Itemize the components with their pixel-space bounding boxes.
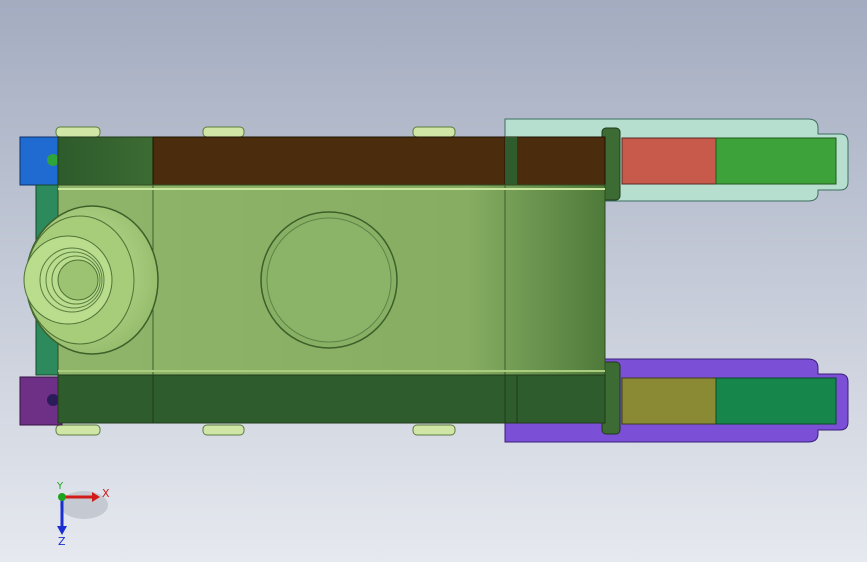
center-plate-inner — [266, 217, 392, 343]
upper-fork-salmon-block — [621, 137, 717, 185]
lower-fork-seagreen-block — [715, 377, 837, 425]
graphics-viewport[interactable]: X Y Z — [0, 0, 867, 562]
threaded-port[interactable] — [23, 205, 159, 355]
center-plate[interactable] — [260, 211, 398, 349]
tab-bottom-2 — [202, 424, 245, 436]
lower-fork-olive-block — [621, 377, 717, 425]
top-rail-brown — [152, 136, 606, 186]
triad-shadow — [60, 491, 108, 519]
tab-top-2 — [202, 126, 245, 138]
model-view[interactable]: X Y Z — [0, 0, 867, 562]
tab-bottom-1 — [55, 424, 101, 436]
triad-y-label: Y — [56, 481, 64, 492]
top-rail-green — [57, 136, 154, 186]
left-blue-hole — [47, 154, 59, 166]
bottom-rail-green — [57, 374, 606, 424]
triad-y-origin — [58, 493, 66, 501]
tab-bottom-3 — [412, 424, 456, 436]
boss-bore — [57, 259, 99, 301]
tab-top-3 — [412, 126, 456, 138]
triad-z-label: Z — [58, 535, 66, 548]
upper-fork-green-block — [715, 137, 837, 185]
triad-x-label: X — [102, 487, 110, 500]
left-purple-hole — [47, 394, 59, 406]
top-rail-green-end — [505, 137, 517, 185]
tab-top-1 — [55, 126, 101, 138]
